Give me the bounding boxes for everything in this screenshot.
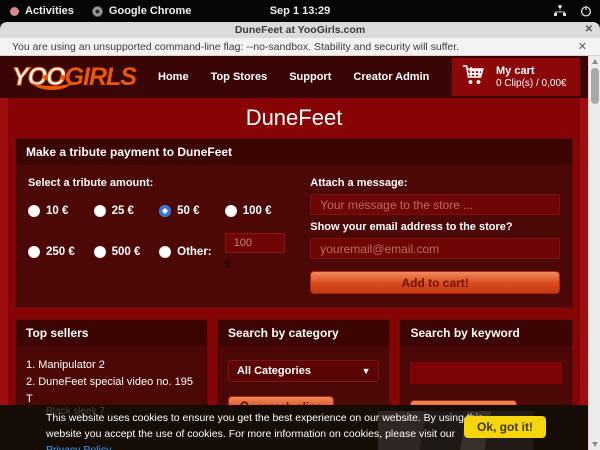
category-select[interactable]: All Categories ▼ (228, 360, 380, 382)
chevron-down-icon: ▼ (362, 366, 371, 376)
nav-home[interactable]: Home (158, 71, 189, 83)
yoogirls-logo[interactable]: YOOGIRLS (12, 65, 150, 90)
top-seller-item[interactable]: 2. DuneFeet special video no. 195 T (26, 374, 199, 408)
cart-label: My cart (496, 65, 567, 77)
infobar-close-icon[interactable]: ✕ (578, 40, 587, 53)
select-amount-label: Select a tribute amount: (28, 177, 290, 189)
scrollbar-thumb[interactable] (591, 68, 599, 104)
cart-summary: 0 Clip(s) / 0,00€ (496, 78, 567, 89)
app-name-label: Google Chrome (109, 5, 192, 17)
logo-smile-arc (32, 73, 72, 90)
nav-top-stores[interactable]: Top Stores (211, 71, 268, 83)
tribute-panel: Make a tribute payment to DuneFeet Selec… (15, 138, 573, 308)
amount-radio-group: 10 € 25 € 50 € 100 € 250 € 500 € Other: … (28, 205, 290, 270)
amount-option-25[interactable]: 25 € (94, 205, 160, 217)
activities-button[interactable]: Activities (10, 5, 74, 17)
search-category-header: Search by category (218, 320, 390, 346)
amount-option-50-selected[interactable]: 50 € (159, 205, 225, 217)
other-amount-input[interactable] (225, 233, 285, 253)
currency-symbol: € (225, 258, 291, 270)
window-close-button[interactable]: ✕ (585, 24, 593, 36)
tribute-panel-header: Make a tribute payment to DuneFeet (16, 139, 572, 165)
infobar-warning-text: You are using an unsupported command-lin… (12, 41, 459, 53)
window-title: DuneFeet at YooGirls.com (235, 24, 365, 36)
amount-option-250[interactable]: 250 € (28, 233, 94, 270)
cart-widget[interactable]: My cart 0 Clip(s) / 0,00€ (452, 58, 580, 96)
amount-option-500[interactable]: 500 € (94, 233, 160, 270)
power-icon[interactable] (580, 5, 592, 17)
add-to-cart-button[interactable]: Add to cart! (310, 271, 560, 294)
radio-icon[interactable] (225, 205, 237, 217)
radio-icon[interactable] (28, 246, 40, 258)
message-input[interactable] (310, 194, 560, 215)
browser-viewport: YOOGIRLS Home Top Stores Support Creator… (0, 56, 600, 450)
radio-icon[interactable] (28, 205, 40, 217)
search-keyword-header: Search by keyword (400, 320, 572, 346)
logo-girls-text: GIRLS (65, 63, 136, 91)
activities-label: Activities (25, 5, 74, 17)
chrome-app-icon (92, 6, 103, 17)
amount-option-10[interactable]: 10 € (28, 205, 94, 217)
amount-option-other[interactable]: Other: (159, 233, 225, 270)
radio-icon[interactable] (94, 246, 106, 258)
cookie-accept-button[interactable]: Ok, got it! (464, 416, 546, 438)
scroll-down-arrow-icon[interactable] (592, 442, 598, 447)
page-title: DuneFeet (8, 99, 580, 138)
scroll-up-arrow-icon[interactable] (592, 59, 598, 64)
radio-icon[interactable] (94, 205, 106, 217)
page-scrollbar[interactable] (588, 56, 600, 450)
site-header: YOOGIRLS Home Top Stores Support Creator… (0, 56, 588, 98)
top-sellers-header: Top sellers (16, 320, 207, 346)
focused-app-menu[interactable]: Google Chrome (92, 5, 192, 17)
top-seller-item[interactable]: 1. Manipulator 2 (26, 357, 199, 374)
radio-icon-checked[interactable] (159, 205, 171, 217)
main-nav: Home Top Stores Support Creator Admin (158, 71, 429, 83)
category-selected-value: All Categories (237, 365, 311, 377)
nav-support[interactable]: Support (289, 71, 331, 83)
nav-creator-admin[interactable]: Creator Admin (353, 71, 429, 83)
cookie-message: This website uses cookies to ensure you … (46, 411, 488, 450)
cart-icon (461, 62, 487, 93)
screen: Activities Google Chrome Sep 1 13:29 Dun… (0, 0, 600, 450)
webpage: YOOGIRLS Home Top Stores Support Creator… (0, 56, 588, 450)
cookie-consent-bar: Black sleek 7 This website uses cookies … (0, 405, 588, 450)
gnome-topbar: Activities Google Chrome Sep 1 13:29 (0, 0, 600, 22)
activities-indicator-icon (10, 7, 19, 16)
window-titlebar[interactable]: DuneFeet at YooGirls.com ✕ (0, 22, 600, 38)
radio-icon[interactable] (159, 246, 171, 258)
message-label: Attach a message: (310, 177, 560, 189)
network-icon[interactable] (554, 5, 566, 17)
page-container: DuneFeet Make a tribute payment to DuneF… (8, 98, 580, 450)
email-input[interactable] (310, 238, 560, 259)
amount-option-100[interactable]: 100 € (225, 205, 291, 217)
keyword-input[interactable] (410, 362, 562, 384)
email-label: Show your email address to the store? (310, 221, 560, 233)
chrome-infobar: You are using an unsupported command-lin… (0, 38, 600, 56)
privacy-policy-link[interactable]: Privacy Policy (46, 444, 111, 450)
